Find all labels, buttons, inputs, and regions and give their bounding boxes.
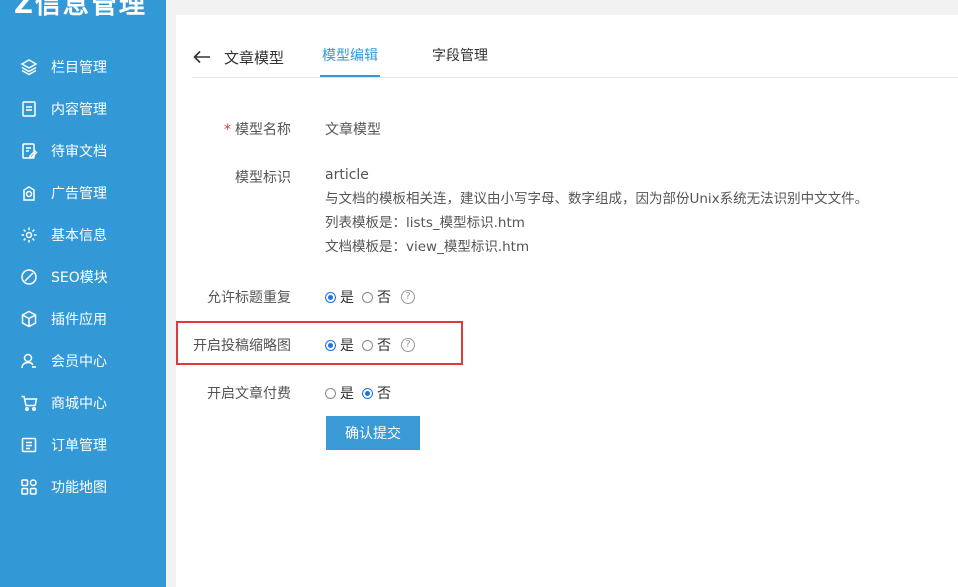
model-name-value: 文章模型: [325, 122, 381, 138]
main-panel: 文章模型 模型编辑 字段管理 * 模型名称 文章模型 模型标识 article 与…: [176, 15, 958, 587]
radio-circle[interactable]: [325, 339, 336, 351]
allow-dup-title-radios: 是 否 ?: [325, 287, 415, 307]
edit-document-icon: [20, 142, 38, 160]
cube-icon: [20, 310, 38, 328]
sidebar-item-shop[interactable]: 商城中心: [0, 382, 166, 424]
arrow-left-icon: [193, 50, 210, 64]
allow-dup-title-label: 允许标题重复: [207, 290, 291, 306]
enable-paid-label: 开启文章付费: [207, 386, 291, 402]
radio-yes[interactable]: 是: [325, 287, 354, 307]
radio-circle[interactable]: [325, 387, 336, 399]
order-list-icon: [20, 436, 38, 454]
user-icon: [20, 352, 38, 370]
sidebar-item-label: 功能地图: [51, 480, 107, 496]
model-id-help: 与文档的模板相关连，建议由小写字母、数字组成，因为部份Unix系统无法识别中文文…: [325, 187, 868, 259]
enable-thumb-label: 开启投稿缩略图: [193, 338, 291, 354]
radio-circle[interactable]: [362, 387, 373, 399]
sidebar-item-label: 基本信息: [51, 228, 107, 244]
sidebar-item-label: 广告管理: [51, 186, 107, 202]
tab-bar: 文章模型 模型编辑 字段管理: [192, 43, 958, 78]
cart-icon: [20, 394, 38, 412]
sidebar: Z信息管理 栏目管理 内容管理 待审文档 广告管理 基本信息 SEO模块 插件应…: [0, 0, 166, 587]
back-label: 文章模型: [224, 48, 285, 67]
top-bar: [166, 0, 958, 8]
model-id-value: article: [325, 167, 369, 183]
sidebar-item-label: 待审文档: [51, 144, 107, 160]
grid-icon: [20, 478, 38, 496]
gear-icon: [20, 226, 38, 244]
radio-circle[interactable]: [325, 291, 336, 303]
model-id-label: 模型标识: [235, 170, 291, 186]
radio-yes[interactable]: 是: [325, 383, 354, 403]
radio-circle[interactable]: [362, 339, 373, 351]
layers-icon: [20, 58, 38, 76]
back-button[interactable]: 文章模型: [192, 43, 284, 71]
sidebar-item-label: 栏目管理: [51, 60, 107, 76]
radio-no[interactable]: 否: [362, 287, 391, 307]
sidebar-item-label: 订单管理: [51, 438, 107, 454]
seo-icon: [20, 268, 38, 286]
sidebar-item-content[interactable]: 内容管理: [0, 88, 166, 130]
sidebar-item-label: 商城中心: [51, 396, 107, 412]
help-line: 与文档的模板相关连，建议由小写字母、数字组成，因为部份Unix系统无法识别中文文…: [325, 191, 869, 207]
help-line: 列表模板是：lists_模型标识.htm: [325, 215, 525, 231]
help-line: 文档模板是：view_模型标识.htm: [325, 239, 530, 255]
required-mark: *: [224, 122, 231, 138]
brand-logo: Z信息管理: [14, 0, 147, 20]
model-name-label: * 模型名称: [224, 122, 291, 138]
sidebar-item-label: 插件应用: [51, 312, 107, 328]
submit-button[interactable]: 确认提交: [326, 416, 420, 450]
sidebar-item-pending[interactable]: 待审文档: [0, 130, 166, 172]
enable-thumb-radios: 是 否 ?: [325, 335, 415, 355]
radio-circle[interactable]: [362, 291, 373, 303]
sidebar-item-orders[interactable]: 订单管理: [0, 424, 166, 466]
help-question-icon[interactable]: ?: [401, 338, 415, 352]
help-question-icon[interactable]: ?: [401, 290, 415, 304]
document-icon: [20, 100, 38, 118]
sidebar-item-plugins[interactable]: 插件应用: [0, 298, 166, 340]
radio-no[interactable]: 否: [362, 383, 391, 403]
sidebar-item-label: 内容管理: [51, 102, 107, 118]
sidebar-item-basic-info[interactable]: 基本信息: [0, 214, 166, 256]
sidebar-item-label: SEO模块: [51, 270, 108, 286]
radio-yes[interactable]: 是: [325, 335, 354, 355]
radio-no[interactable]: 否: [362, 335, 391, 355]
sidebar-item-ads[interactable]: 广告管理: [0, 172, 166, 214]
sidebar-item-members[interactable]: 会员中心: [0, 340, 166, 382]
ad-icon: [20, 184, 38, 202]
sidebar-item-column[interactable]: 栏目管理: [0, 46, 166, 88]
sidebar-nav: 栏目管理 内容管理 待审文档 广告管理 基本信息 SEO模块 插件应用 会员中心…: [0, 46, 166, 508]
sidebar-item-label: 会员中心: [51, 354, 107, 370]
tab-model-edit[interactable]: 模型编辑: [300, 43, 400, 77]
sidebar-item-seo[interactable]: SEO模块: [0, 256, 166, 298]
sidebar-item-function-map[interactable]: 功能地图: [0, 466, 166, 508]
tab-field-manage[interactable]: 字段管理: [432, 43, 488, 71]
enable-paid-radios: 是 否: [325, 383, 399, 403]
